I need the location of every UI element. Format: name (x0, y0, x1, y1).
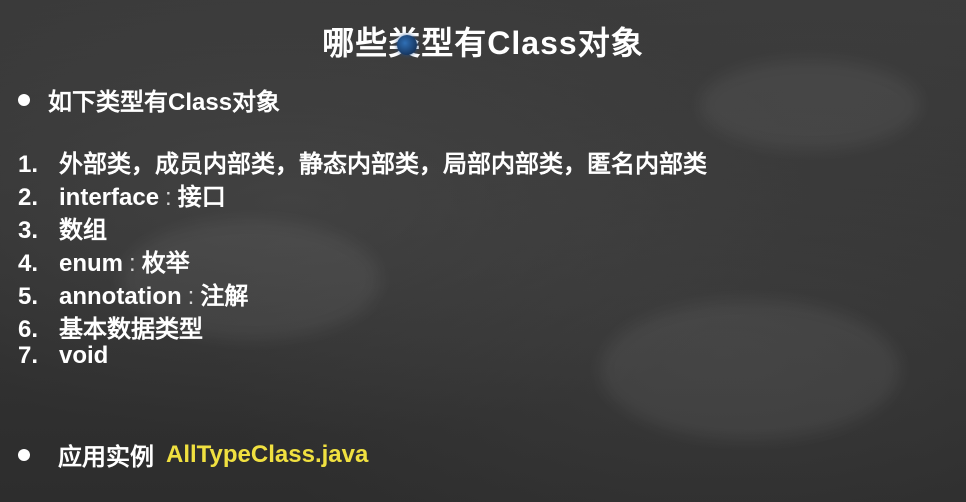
slide: 哪些类型有Class对象 如下类型有Class对象 1. 外部类，成员内部类，静… (0, 0, 966, 502)
cursor-pointer-icon (397, 35, 417, 55)
list-separator: : (187, 283, 195, 310)
bullet-dot-icon (18, 93, 30, 106)
list-number: 6. (18, 316, 39, 343)
list-desc: 接口 (177, 184, 226, 211)
list-item: 3. 数组 (18, 210, 707, 244)
list-number: 4. (18, 250, 39, 277)
chalk-smudge (700, 60, 920, 150)
list-separator: : (129, 250, 136, 277)
slide-title: 哪些类型有Class对象 (322, 25, 644, 61)
list-item: 5. annotation : 注解 (18, 276, 707, 310)
list-term: 外部类，成员内部类，静态内部类，局部内部类，匿名内部类 (59, 151, 707, 178)
type-list: 1. 外部类，成员内部类，静态内部类，局部内部类，匿名内部类 2. interf… (18, 144, 707, 375)
list-item: 2. interface : 接口 (18, 177, 707, 211)
list-number: 1. (18, 151, 39, 178)
list-number: 5. (18, 283, 39, 310)
list-separator: : (165, 184, 172, 211)
list-number: 3. (18, 217, 39, 244)
intro-bullet: 如下类型有Class对象 (18, 82, 280, 117)
list-term: 基本数据类型 (59, 316, 203, 343)
list-item: 6. 基本数据类型 (18, 309, 707, 343)
list-term: void (59, 342, 109, 369)
list-term: annotation (59, 283, 182, 310)
list-term: 数组 (59, 217, 107, 244)
list-number: 7. (18, 342, 39, 369)
intro-text: 如下类型有Class对象 (48, 89, 281, 116)
list-desc: 注解 (200, 283, 249, 310)
list-term: interface (59, 184, 160, 211)
bullet-dot-icon (18, 448, 30, 461)
list-desc: 枚举 (141, 250, 190, 277)
list-term: enum (59, 250, 124, 277)
example-bullet: 应用实例 AllTypeClass.java (18, 437, 368, 472)
list-item: 7. void (18, 342, 707, 375)
example-label: 应用实例 (58, 444, 154, 471)
list-item: 4. enum : 枚举 (18, 243, 707, 277)
list-number: 2. (18, 184, 39, 211)
list-item: 1. 外部类，成员内部类，静态内部类，局部内部类，匿名内部类 (18, 144, 707, 178)
example-filename: AllTypeClass.java (166, 440, 369, 468)
